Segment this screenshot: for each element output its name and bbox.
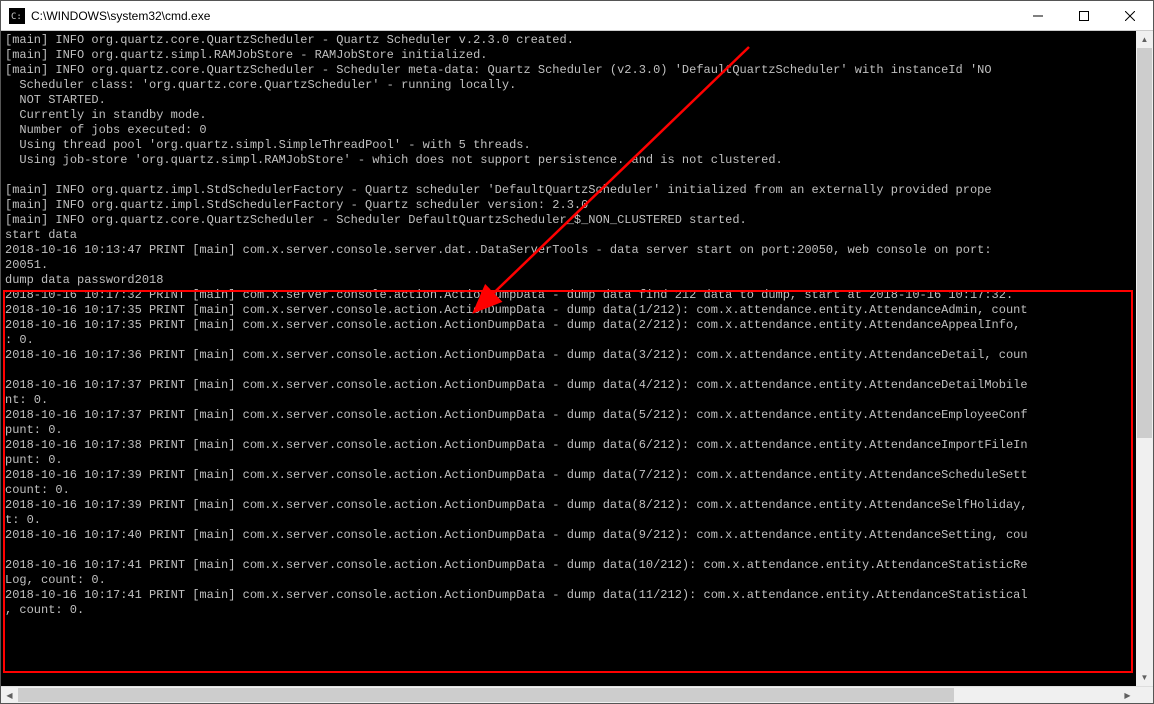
console-output[interactable]: [main] INFO org.quartz.core.QuartzSchedu… [1,31,1136,686]
scroll-right-icon[interactable]: ▶ [1119,687,1136,703]
minimize-button[interactable] [1015,1,1061,30]
close-button[interactable] [1107,1,1153,30]
window-controls [1015,1,1153,30]
titlebar[interactable]: C: C:\WINDOWS\system32\cmd.exe [1,1,1153,31]
scroll-down-icon[interactable]: ▼ [1136,669,1153,686]
scroll-thumb[interactable] [1137,48,1152,438]
hscroll-thumb[interactable] [18,688,954,702]
vertical-scrollbar[interactable]: ▲ ▼ [1136,31,1153,686]
horizontal-scrollbar[interactable]: ◀ ▶ [1,686,1153,703]
svg-text:C:: C: [11,12,22,22]
scrollbar-corner [1136,687,1153,703]
scroll-up-icon[interactable]: ▲ [1136,31,1153,48]
cmd-window: C: C:\WINDOWS\system32\cmd.exe [main] IN… [0,0,1154,704]
maximize-button[interactable] [1061,1,1107,30]
cmd-icon: C: [9,8,25,24]
hscroll-track[interactable] [18,687,1119,703]
window-title: C:\WINDOWS\system32\cmd.exe [31,9,1015,23]
console-area: [main] INFO org.quartz.core.QuartzSchedu… [1,31,1153,686]
scroll-track[interactable] [1136,48,1153,669]
scroll-left-icon[interactable]: ◀ [1,687,18,703]
